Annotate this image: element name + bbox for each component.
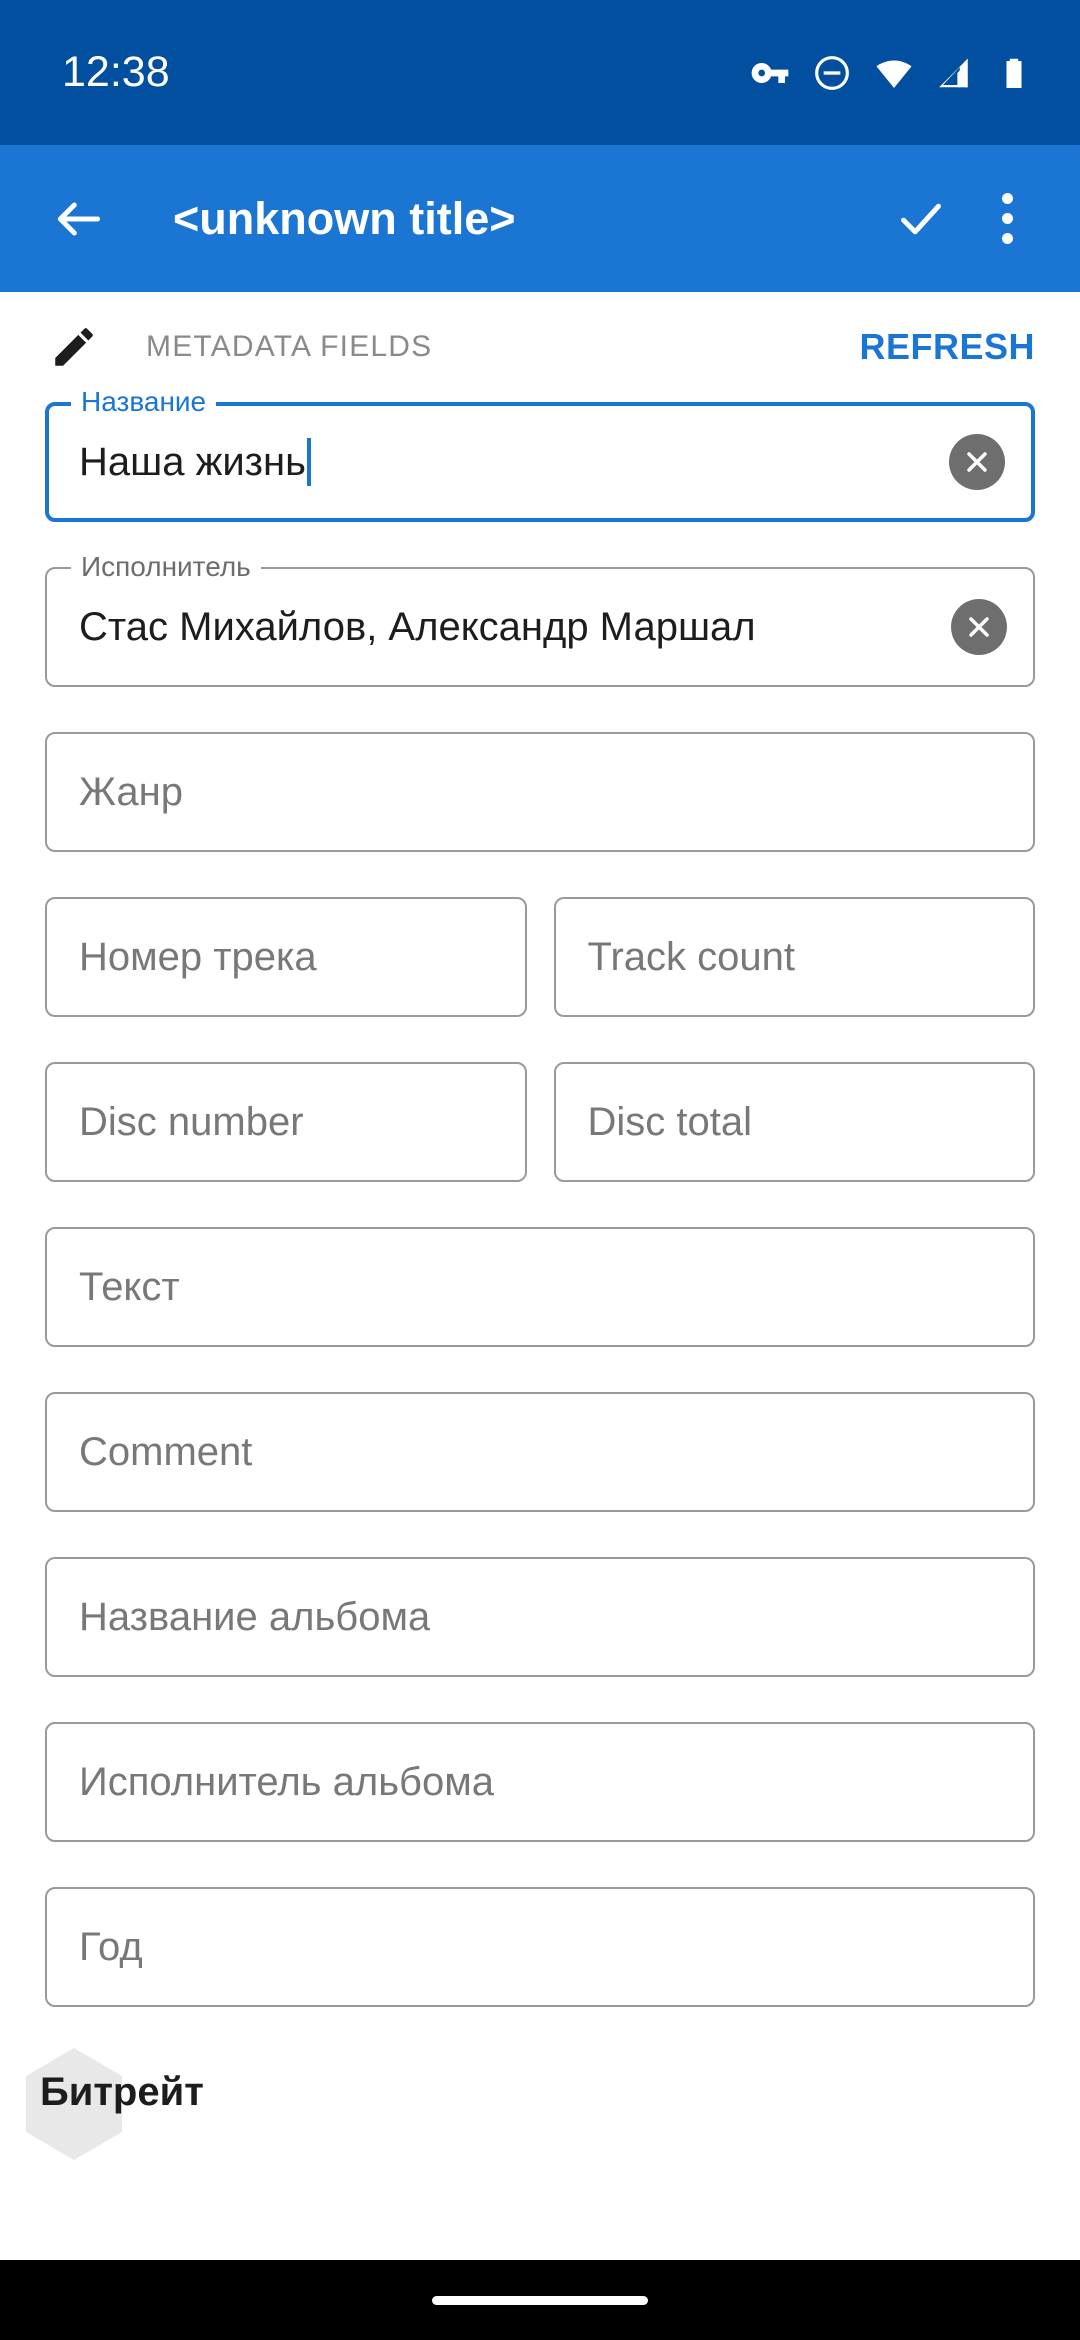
field-album-artist-input[interactable]: Исполнитель альбома	[79, 1760, 494, 1805]
field-lyrics[interactable]: Текст	[45, 1227, 1035, 1347]
field-genre-box[interactable]: Жанр	[45, 732, 1035, 852]
more-vert-icon	[1001, 193, 1013, 244]
cellular-signal-icon	[936, 54, 974, 92]
field-year-input[interactable]: Год	[79, 1925, 143, 1970]
field-title-box[interactable]: Наша жизнь	[45, 402, 1035, 522]
field-lyrics-input[interactable]: Текст	[79, 1265, 180, 1310]
metadata-form-scroll[interactable]: METADATA FIELDS REFRESH Название Наша жи…	[0, 292, 1080, 2260]
battery-icon	[996, 55, 1032, 91]
field-disc-number-box[interactable]: Disc number	[45, 1062, 527, 1182]
field-comment-box[interactable]: Comment	[45, 1392, 1035, 1512]
field-artist[interactable]: Исполнитель Стас Михайлов, Александр Мар…	[45, 550, 1035, 687]
close-icon	[967, 452, 987, 472]
field-track-number-box[interactable]: Номер трека	[45, 897, 527, 1017]
check-icon	[901, 203, 941, 234]
field-album-artist-box[interactable]: Исполнитель альбома	[45, 1722, 1035, 1842]
close-icon	[969, 617, 989, 637]
section-title: METADATA FIELDS	[146, 330, 433, 363]
field-lyrics-box[interactable]: Текст	[45, 1227, 1035, 1347]
field-year-box[interactable]: Год	[45, 1887, 1035, 2007]
home-indicator[interactable]	[432, 2295, 648, 2305]
page-title: <unknown title>	[173, 192, 516, 244]
field-artist-input[interactable]: Стас Михайлов, Александр Маршал	[79, 605, 756, 650]
field-disc-total-input[interactable]: Disc total	[588, 1100, 753, 1145]
confirm-button[interactable]	[878, 176, 964, 262]
field-disc-total[interactable]: Disc total	[553, 1062, 1035, 1182]
refresh-button[interactable]: REFRESH	[859, 326, 1035, 368]
field-track-number[interactable]: Номер трека	[45, 897, 527, 1017]
text-cursor	[306, 438, 311, 486]
back-button[interactable]	[42, 182, 116, 256]
screen: 12:38 <unknown title> METADATA FIELDS RE…	[0, 0, 1080, 2340]
field-artist-box[interactable]: Стас Михайлов, Александр Маршал	[45, 567, 1035, 687]
field-track-count-box[interactable]: Track count	[553, 897, 1035, 1017]
vpn-key-icon	[750, 53, 790, 93]
status-bar: 12:38	[0, 0, 1080, 145]
status-time: 12:38	[62, 48, 170, 96]
field-bitrate-input[interactable]: Битрейт	[40, 2070, 204, 2115]
field-track-count-input[interactable]: Track count	[588, 935, 795, 980]
field-title-label: Название	[71, 385, 217, 419]
pencil-icon	[48, 321, 100, 373]
overflow-menu-button[interactable]	[964, 176, 1050, 262]
back-arrow-icon	[57, 202, 101, 235]
field-disc-number[interactable]: Disc number	[45, 1062, 527, 1182]
field-bitrate-partial[interactable]: Битрейт	[0, 2048, 1080, 2160]
field-title[interactable]: Название Наша жизнь	[45, 385, 1035, 522]
disc-row: Disc number Disc total	[45, 1062, 1035, 1227]
field-genre[interactable]: Жанр	[45, 732, 1035, 852]
status-icons	[750, 53, 1032, 93]
fields-container: Название Наша жизнь Исполнитель Стас Мих…	[0, 385, 1080, 2007]
app-bar: <unknown title>	[0, 145, 1080, 292]
clear-title-button[interactable]	[949, 434, 1005, 490]
field-year[interactable]: Год	[45, 1887, 1035, 2007]
wifi-icon	[874, 53, 914, 93]
field-track-count[interactable]: Track count	[553, 897, 1035, 1017]
field-disc-number-input[interactable]: Disc number	[79, 1100, 304, 1145]
field-album-title[interactable]: Название альбома	[45, 1557, 1035, 1677]
field-comment-input[interactable]: Comment	[79, 1430, 252, 1475]
field-album-artist[interactable]: Исполнитель альбома	[45, 1722, 1035, 1842]
system-navigation-bar	[0, 2260, 1080, 2340]
field-album-title-box[interactable]: Название альбома	[45, 1557, 1035, 1677]
field-genre-input[interactable]: Жанр	[79, 770, 183, 815]
field-comment[interactable]: Comment	[45, 1392, 1035, 1512]
field-track-number-input[interactable]: Номер трека	[79, 935, 317, 980]
do-not-disturb-icon	[812, 53, 852, 93]
clear-artist-button[interactable]	[951, 599, 1007, 655]
track-row: Номер трека Track count	[45, 897, 1035, 1062]
field-artist-label: Исполнитель	[71, 550, 261, 584]
field-disc-total-box[interactable]: Disc total	[553, 1062, 1035, 1182]
field-album-title-input[interactable]: Название альбома	[79, 1595, 430, 1640]
field-title-input[interactable]: Наша жизнь	[79, 440, 306, 485]
